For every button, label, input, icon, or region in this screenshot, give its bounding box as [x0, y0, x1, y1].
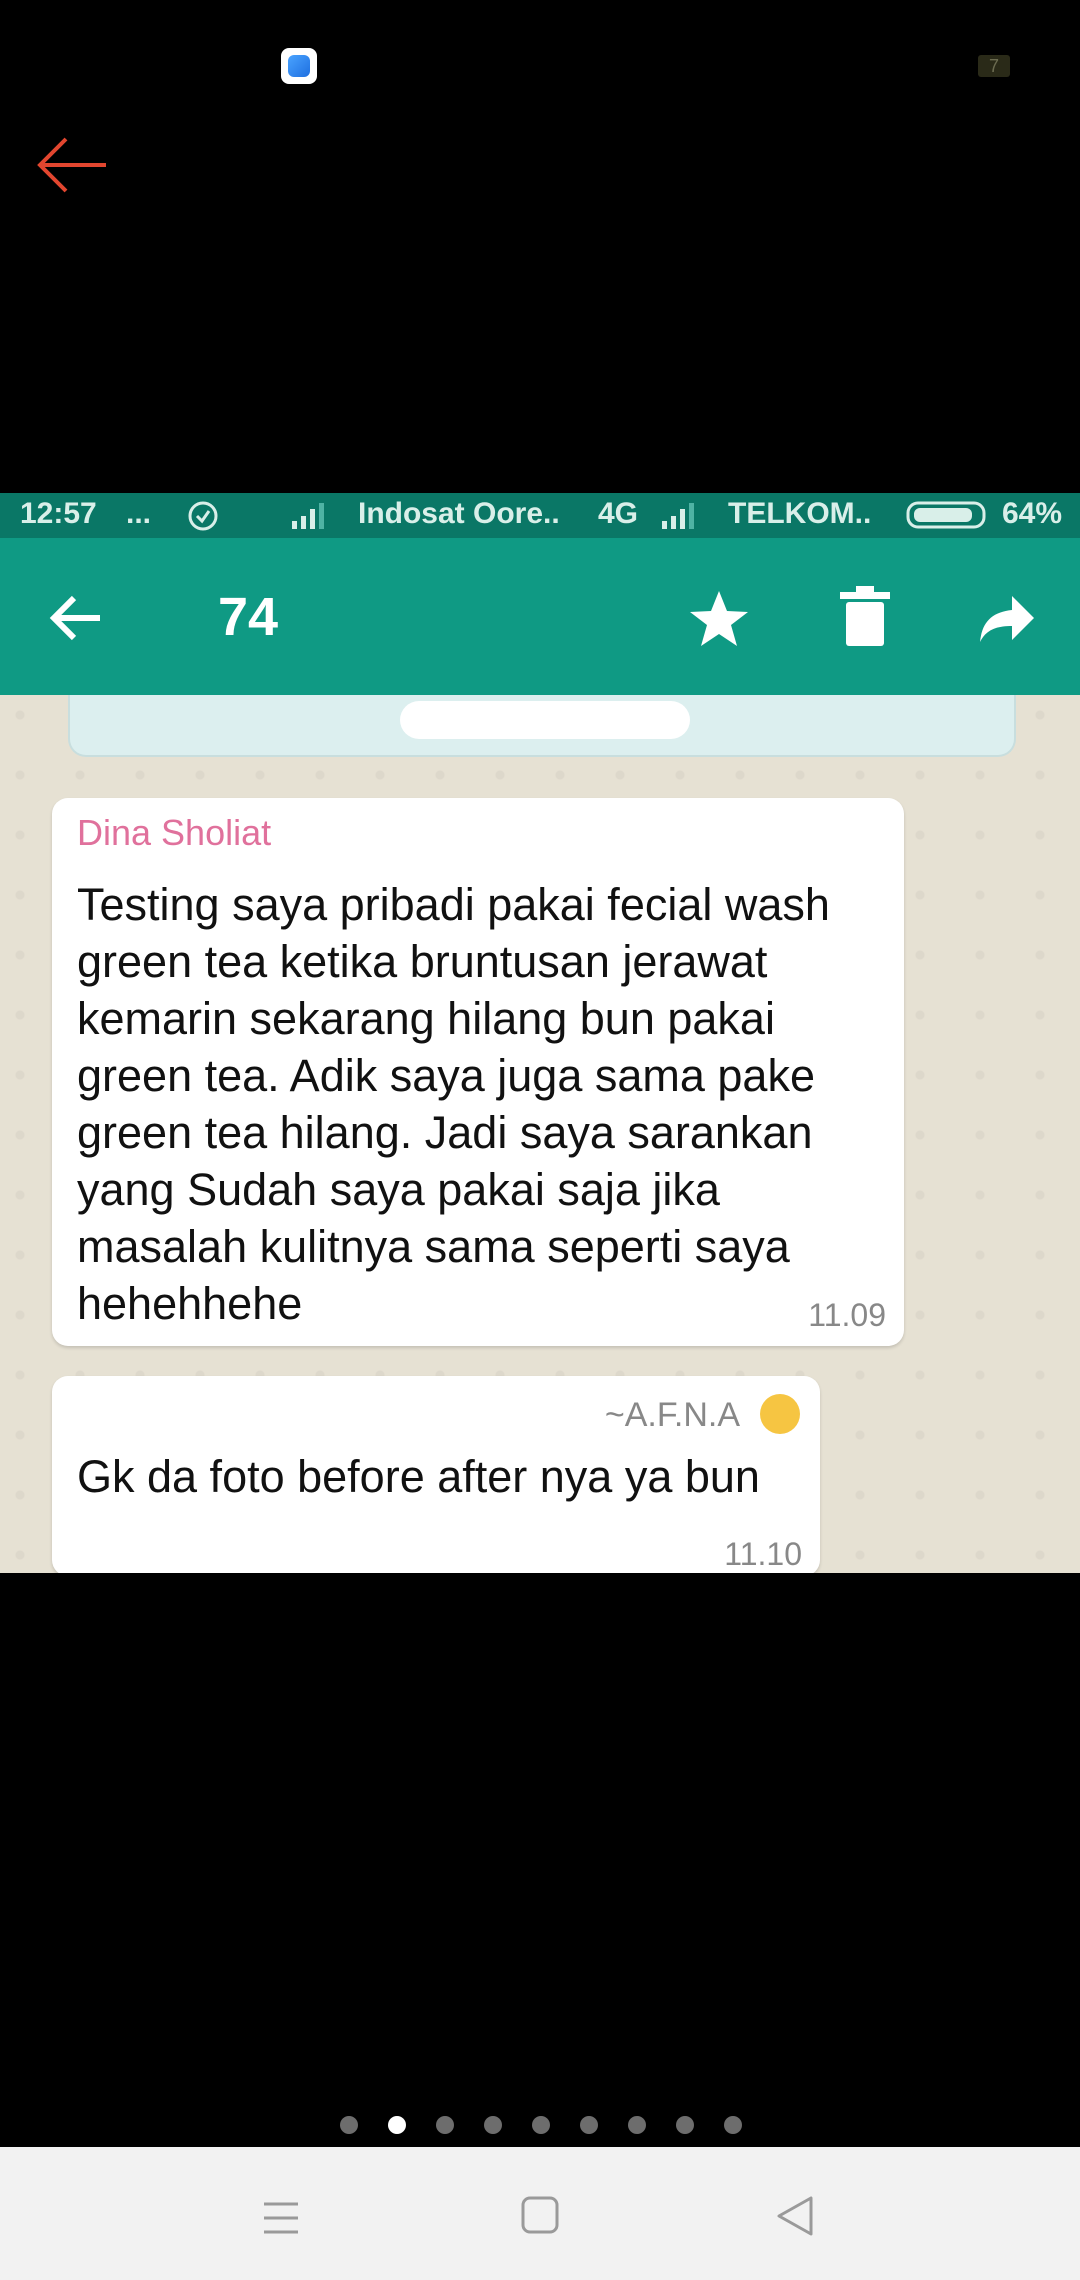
- carrier-1: Indosat Oore..: [358, 497, 560, 530]
- battery-icon: [906, 501, 992, 537]
- status-dots: ...: [126, 497, 152, 530]
- message-bubble[interactable]: ~A.F.N.A Gk da foto before after nya ya …: [52, 1376, 820, 1573]
- selection-count: 74: [218, 587, 279, 647]
- app-icon[interactable]: [281, 48, 317, 84]
- pager-dot[interactable]: [484, 2116, 502, 2134]
- pager-dot[interactable]: [628, 2116, 646, 2134]
- menu-icon[interactable]: [262, 2200, 300, 2236]
- pager-dot[interactable]: [580, 2116, 598, 2134]
- redaction-mark: [400, 701, 690, 739]
- message-time: 11.09: [808, 1297, 886, 1333]
- pager-dot[interactable]: [724, 2116, 742, 2134]
- star-icon[interactable]: [688, 588, 750, 650]
- message-sender: ~A.F.N.A: [604, 1396, 740, 1434]
- status-bar: 12:57 ... Indosat Oore.. 4G TELKOM.. 64%: [0, 493, 1080, 538]
- forward-icon[interactable]: [976, 590, 1038, 648]
- pager-dot[interactable]: [676, 2116, 694, 2134]
- pager-dot[interactable]: [436, 2116, 454, 2134]
- alarm-icon: [186, 499, 220, 541]
- delete-icon[interactable]: [838, 586, 892, 648]
- carrier-2: TELKOM..: [728, 497, 872, 530]
- back-icon[interactable]: [48, 588, 108, 648]
- viewer-badge: 7: [978, 55, 1010, 77]
- pager-dot-active[interactable]: [388, 2116, 406, 2134]
- back-icon[interactable]: [775, 2195, 815, 2237]
- pager-dot[interactable]: [532, 2116, 550, 2134]
- kiss-emoji-icon: [760, 1394, 800, 1434]
- message-text: Gk da foto before after nya ya bun: [77, 1451, 760, 1502]
- message-text: Testing saya pribadi pakai fecial wash g…: [77, 879, 830, 1329]
- battery-percent: 64%: [1002, 497, 1063, 530]
- chat-toolbar: 74: [0, 538, 1080, 695]
- pager-dot[interactable]: [340, 2116, 358, 2134]
- chat-screenshot: 12:57 ... Indosat Oore.. 4G TELKOM.. 64%…: [0, 493, 1080, 1573]
- navigation-bar: [0, 2147, 1080, 2280]
- network-type: 4G: [598, 497, 639, 530]
- back-arrow-icon[interactable]: [36, 135, 108, 195]
- home-icon[interactable]: [520, 2195, 560, 2235]
- message-bubble[interactable]: Dina Sholiat Testing saya pribadi pakai …: [52, 798, 904, 1346]
- status-time: 12:57: [20, 497, 97, 530]
- signal-icon-2: [660, 501, 700, 539]
- message-time: 11.10: [724, 1536, 802, 1572]
- signal-icon: [290, 501, 330, 539]
- message-sender: Dina Sholiat: [77, 812, 272, 853]
